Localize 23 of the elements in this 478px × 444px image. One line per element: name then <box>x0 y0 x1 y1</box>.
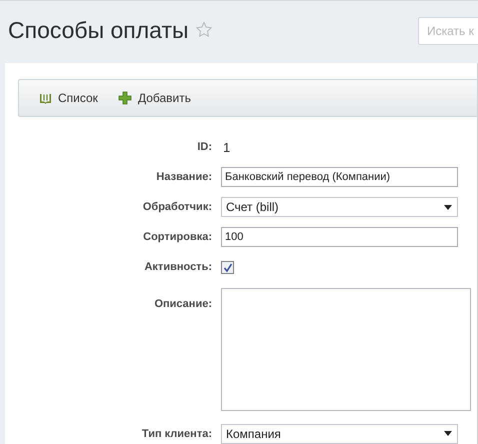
book-icon <box>39 92 52 104</box>
checkbox[interactable] <box>221 261 234 274</box>
field-label: Обработчик: <box>142 200 213 215</box>
toolbar-button[interactable]: Список <box>33 85 104 111</box>
field-label: ID: <box>196 140 213 155</box>
dropdown[interactable]: Компания <box>221 424 458 444</box>
field-label: Название: <box>155 170 213 185</box>
description-field[interactable] <box>221 288 471 410</box>
field-label: Описание: <box>153 296 213 312</box>
plus-icon <box>118 91 132 105</box>
caret-icon <box>444 204 452 210</box>
toolbar-button[interactable]: Добавить <box>112 85 197 111</box>
text-field[interactable]: 100 <box>221 227 458 247</box>
field-label: Тип клиента: <box>140 426 213 442</box>
field-label: Активность: <box>143 260 213 275</box>
field-label: Сортировка: <box>142 230 213 245</box>
id-value: 1 <box>222 140 230 155</box>
caret-icon <box>444 431 452 436</box>
search-field[interactable]: Искать к <box>418 17 478 45</box>
star-icon[interactable] <box>194 21 213 39</box>
dropdown[interactable]: Счет (bill) <box>221 197 458 217</box>
page-title: Способы оплаты <box>8 16 189 44</box>
text-field[interactable]: Банковский перевод (Компании) <box>221 167 458 187</box>
